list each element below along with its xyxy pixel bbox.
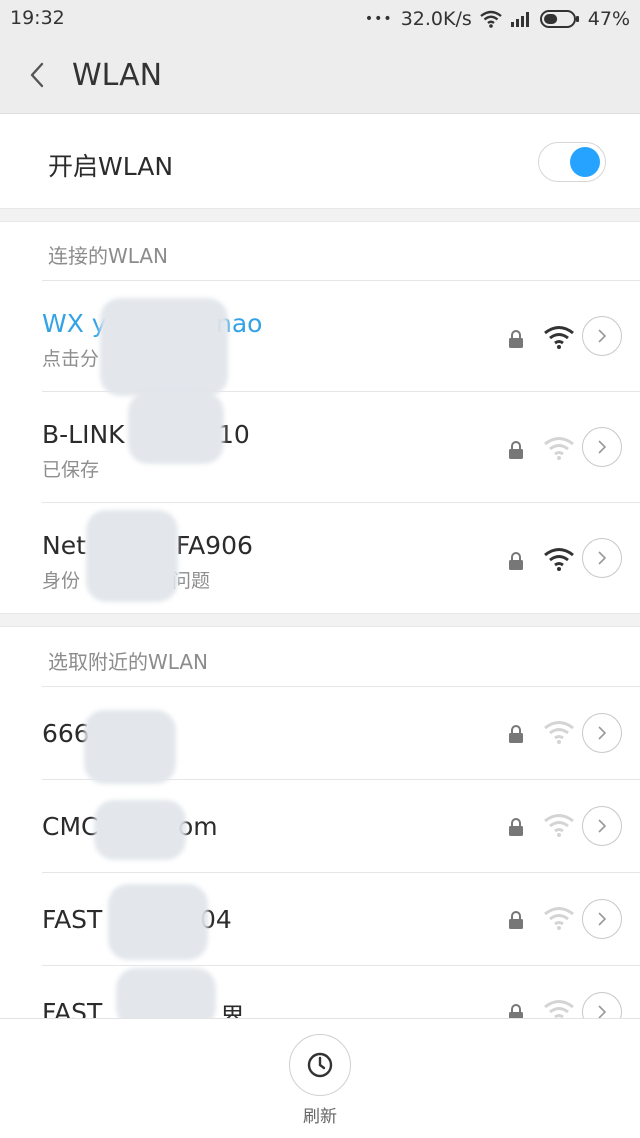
network-name: FAST: [42, 905, 103, 934]
network-status: 身份: [42, 570, 81, 592]
wifi-strong-icon: [544, 548, 574, 571]
network-name: WX y: [42, 309, 107, 338]
network-detail-button[interactable]: [582, 316, 622, 356]
status-time: 19:32: [10, 7, 65, 29]
battery-percent: 47%: [587, 8, 630, 30]
status-indicators: ••• 32.0K/s 47%: [365, 7, 630, 31]
lock-icon: [509, 725, 523, 743]
chevron-right-icon: [598, 726, 607, 740]
privacy-blur: [128, 392, 224, 464]
network-speed: 32.0K/s: [400, 8, 472, 30]
page-title: WLAN: [72, 58, 163, 93]
network-name-tail: FA906: [176, 531, 253, 560]
wlan-toggle-label: 开启WLAN: [48, 152, 174, 181]
network-row[interactable]: WX y nao 点击分: [0, 281, 640, 391]
wifi-weak-icon: [544, 907, 574, 930]
lock-icon: [509, 818, 523, 836]
privacy-blur: [86, 510, 178, 602]
lock-icon: [509, 330, 523, 348]
notification-dots: •••: [364, 11, 393, 27]
network-name: CMC: [42, 812, 99, 841]
network-detail-button[interactable]: [582, 899, 622, 939]
wlan-settings-screen: 19:32 ••• 32.0K/s 47% WLAN 开启WLAN 连接的WLA…: [0, 0, 640, 1138]
network-status: 已保存: [42, 459, 100, 481]
power-clock-icon: [307, 1052, 333, 1078]
back-button[interactable]: [20, 58, 54, 92]
wifi-strong-icon: [544, 326, 574, 349]
lock-icon: [509, 441, 523, 459]
network-detail-button[interactable]: [582, 806, 622, 846]
network-detail-button[interactable]: [582, 538, 622, 578]
chevron-right-icon: [598, 819, 607, 833]
privacy-blur: [100, 298, 228, 396]
refresh-label: 刷新: [303, 1107, 337, 1127]
chevron-right-icon: [598, 440, 607, 454]
chevron-left-icon: [30, 62, 44, 88]
chevron-right-icon: [598, 912, 607, 926]
battery-icon: [539, 10, 580, 28]
privacy-blur: [94, 800, 186, 860]
lock-icon: [509, 911, 523, 929]
wifi-weak-icon: [544, 437, 574, 460]
network-row[interactable]: FAST 04: [0, 873, 640, 965]
nearby-section-title: 选取附近的WLAN: [48, 650, 209, 674]
network-detail-button[interactable]: [582, 713, 622, 753]
wifi-status-icon: [480, 10, 502, 28]
network-row[interactable]: B-LINK 10 已保存: [0, 392, 640, 502]
network-name: 666: [42, 719, 90, 748]
wifi-weak-icon: [544, 814, 574, 837]
refresh-button[interactable]: [289, 1034, 351, 1096]
chevron-right-icon: [598, 329, 607, 343]
privacy-blur: [108, 884, 208, 960]
network-status: 点击分: [42, 348, 100, 370]
wifi-weak-icon: [544, 721, 574, 744]
network-name: B-LINK: [42, 420, 125, 449]
top-bar: 19:32 ••• 32.0K/s 47% WLAN: [0, 0, 640, 114]
lock-icon: [509, 552, 523, 570]
cellular-signal-icon: [510, 11, 532, 27]
privacy-blur: [84, 710, 176, 784]
chevron-right-icon: [598, 551, 607, 565]
connected-section-title: 连接的WLAN: [48, 244, 169, 268]
section-gap: [0, 613, 640, 627]
network-detail-button[interactable]: [582, 427, 622, 467]
section-gap: [0, 208, 640, 222]
wlan-toggle-knob: [570, 147, 600, 177]
network-name: Net: [42, 531, 86, 560]
